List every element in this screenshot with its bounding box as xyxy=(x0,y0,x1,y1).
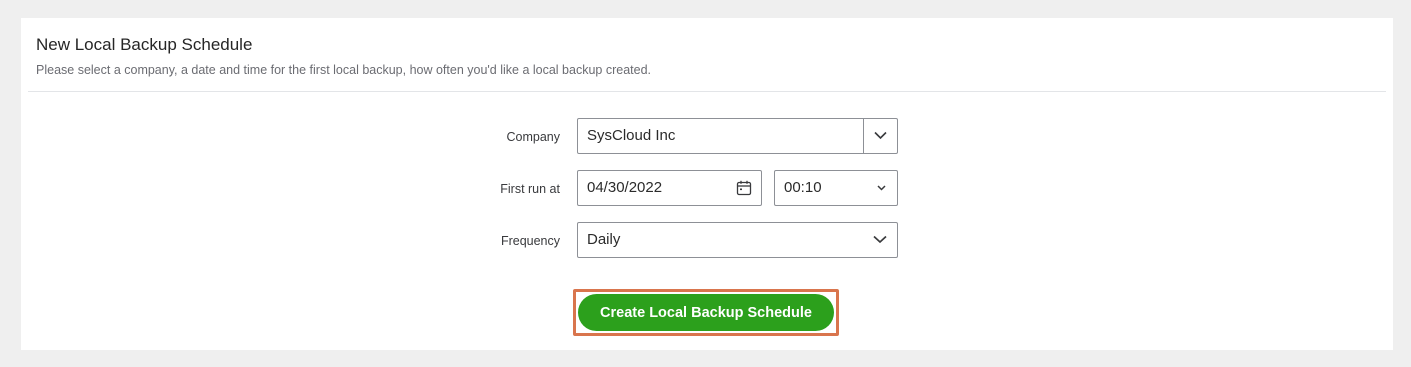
create-local-backup-schedule-button[interactable]: Create Local Backup Schedule xyxy=(578,294,834,331)
backup-schedule-panel: New Local Backup Schedule Please select … xyxy=(21,18,1393,350)
first-run-time-select[interactable]: 00:10 xyxy=(774,170,898,206)
create-button-highlight: Create Local Backup Schedule xyxy=(573,289,839,336)
header-divider xyxy=(28,91,1386,92)
chevron-down-icon[interactable] xyxy=(874,131,887,140)
frequency-select[interactable]: Daily xyxy=(577,222,898,258)
frequency-label: Frequency xyxy=(500,234,560,248)
calendar-icon[interactable] xyxy=(736,180,752,200)
first-run-date-value: 04/30/2022 xyxy=(587,179,663,196)
company-label: Company xyxy=(506,130,561,144)
page-subtitle: Please select a company, a date and time… xyxy=(36,63,652,77)
chevron-down-icon[interactable] xyxy=(877,185,886,191)
company-select-separator xyxy=(863,119,864,153)
first-run-label: First run at xyxy=(500,182,560,196)
page-title: New Local Backup Schedule xyxy=(36,35,253,54)
chevron-down-icon[interactable] xyxy=(873,235,887,244)
company-select[interactable]: SysCloud Inc xyxy=(577,118,898,154)
frequency-value: Daily xyxy=(587,231,621,248)
first-run-date-field[interactable]: 04/30/2022 xyxy=(577,170,762,206)
company-value: SysCloud Inc xyxy=(587,127,676,144)
panel-header: New Local Backup Schedule Please select … xyxy=(21,18,1393,92)
first-run-time-value: 00:10 xyxy=(784,179,822,196)
